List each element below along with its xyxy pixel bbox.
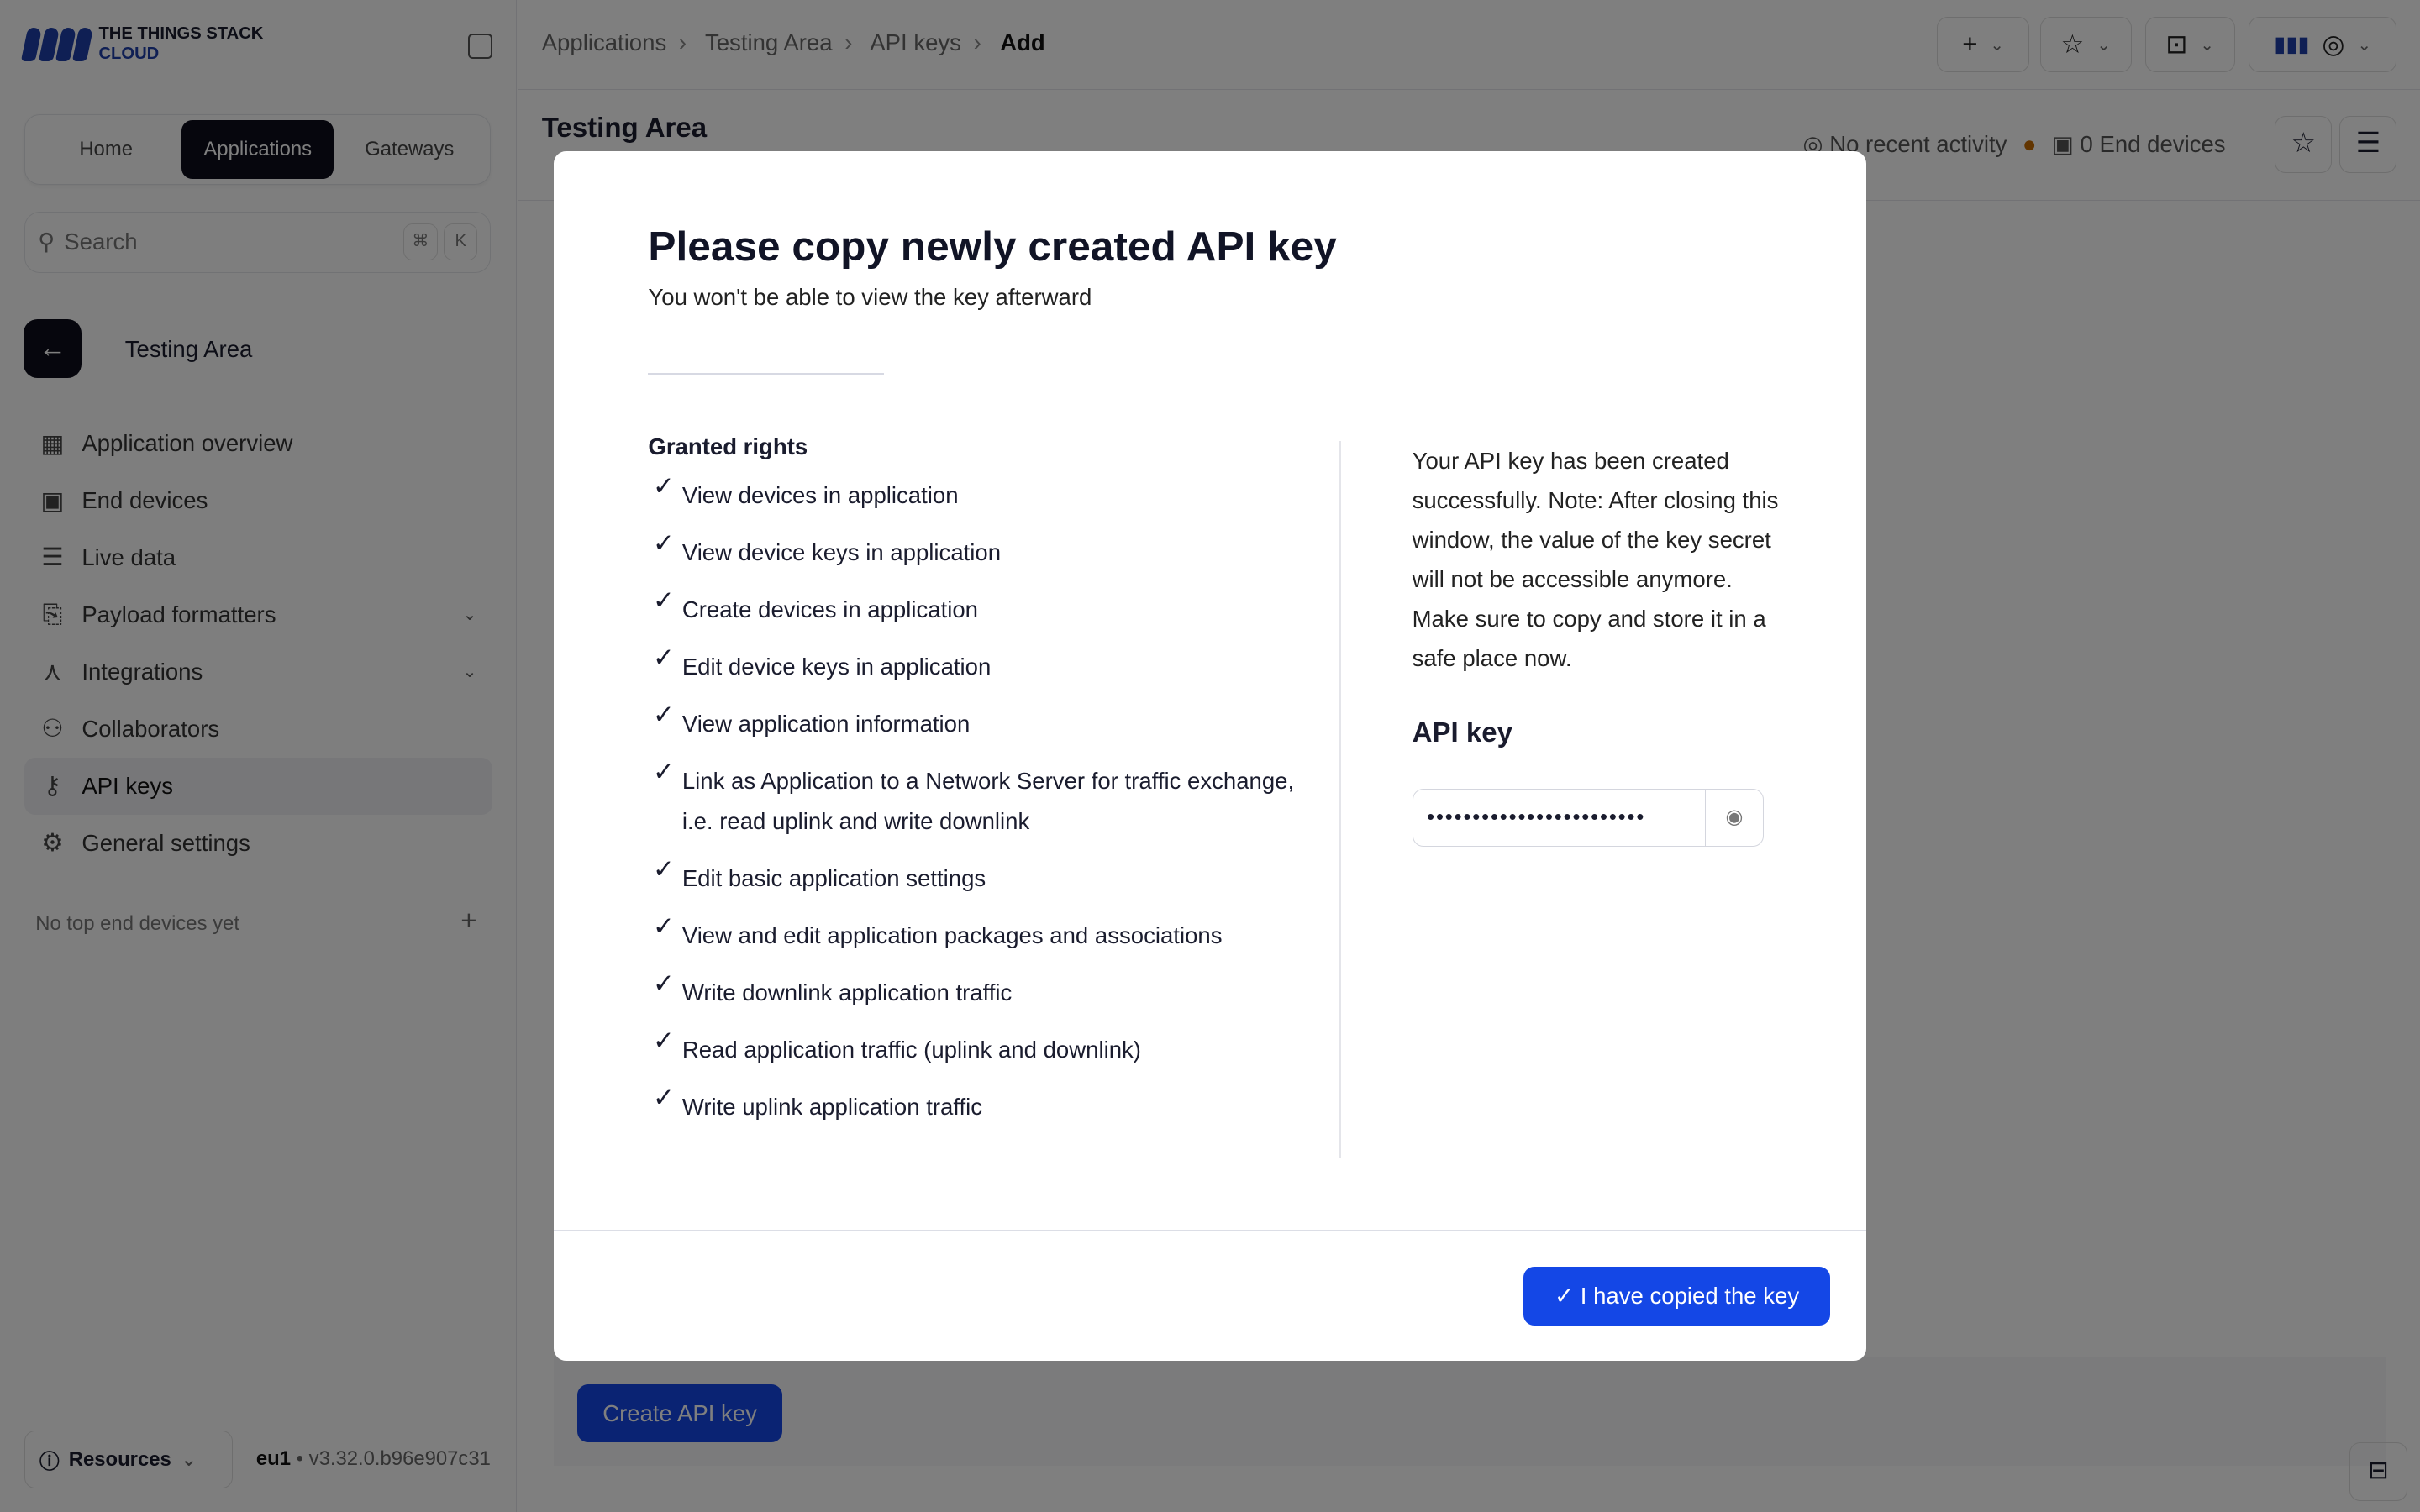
granted-right-item: ✓ Read application traffic (uplink and do…	[648, 1026, 1296, 1070]
granted-right-item: ✓ Write downlink application traffic	[648, 969, 1296, 1013]
api-key-field[interactable]: •••••••••••••••••••••••• ◉	[1412, 788, 1765, 848]
right-label: Create devices in application	[681, 596, 979, 623]
granted-right-item: ✓ Write uplink application traffic	[648, 1083, 1296, 1127]
granted-right-item: ✓ View and edit application packages and …	[648, 911, 1296, 956]
granted-right-item: ✓ View application information	[648, 700, 1296, 744]
right-label: View device keys in application	[681, 539, 1002, 566]
right-label: View application information	[681, 711, 971, 738]
check-icon: ✓	[652, 643, 676, 673]
api-key-label: API key	[1412, 717, 1513, 749]
granted-right-item: ✓ Edit device keys in application	[648, 643, 1296, 687]
rights-heading: Granted rights	[648, 433, 808, 460]
check-icon: ✓	[652, 471, 676, 501]
check-icon: ✓	[652, 911, 676, 941]
check-icon: ✓	[652, 585, 676, 616]
right-label: Read application traffic (uplink and dow…	[681, 1036, 1141, 1063]
check-icon: ✓	[652, 968, 676, 998]
confirm-copied-button[interactable]: ✓ I have copied the key	[1523, 1266, 1831, 1326]
granted-right-item: ✓ View device keys in application	[648, 528, 1296, 573]
divider	[648, 373, 885, 375]
modal-subtitle: You won't be able to view the key afterw…	[648, 283, 1092, 310]
divider	[1339, 441, 1342, 1159]
granted-right-item: ✓ Link as Application to a Network Server…	[648, 757, 1296, 842]
right-label: Write downlink application traffic	[681, 979, 1013, 1005]
right-label: View and edit application packages and a…	[681, 921, 1223, 948]
right-label: View devices in application	[681, 482, 959, 509]
api-key-value[interactable]: ••••••••••••••••••••••••	[1413, 806, 1705, 830]
modal-title: Please copy newly created API key	[648, 223, 1337, 270]
check-icon: ✓	[1555, 1282, 1581, 1309]
check-icon: ✓	[652, 853, 676, 884]
check-icon: ✓	[652, 528, 676, 559]
granted-right-item: ✓ Edit basic application settings	[648, 854, 1296, 899]
granted-right-item: ✓ View devices in application	[648, 471, 1296, 516]
divider	[554, 1229, 1866, 1231]
check-icon: ✓	[652, 1082, 676, 1112]
check-icon: ✓	[652, 700, 676, 730]
confirm-label: I have copied the key	[1580, 1282, 1800, 1309]
api-key-info: Your API key has been created successful…	[1412, 448, 1779, 672]
check-icon: ✓	[652, 1025, 676, 1055]
right-label: Edit device keys in application	[681, 654, 992, 680]
right-label: Edit basic application settings	[681, 864, 986, 891]
right-label: Write uplink application traffic	[681, 1093, 983, 1120]
eye-icon[interactable]: ◉	[1704, 789, 1764, 847]
granted-right-item: ✓ Create devices in application	[648, 585, 1296, 630]
granted-rights: Granted rights ✓ View devices in applicat…	[648, 433, 1296, 1144]
right-label: Link as Application to a Network Server …	[681, 768, 1295, 834]
api-key-modal: Please copy newly created API key You wo…	[554, 150, 1866, 1361]
check-icon: ✓	[652, 757, 676, 787]
